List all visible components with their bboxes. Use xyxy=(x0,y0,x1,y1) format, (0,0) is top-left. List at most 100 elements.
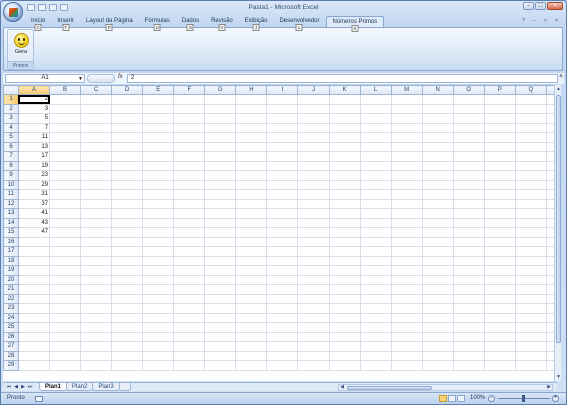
cell[interactable] xyxy=(235,113,268,124)
cell[interactable] xyxy=(328,141,361,152)
cell[interactable] xyxy=(421,179,454,190)
cell[interactable] xyxy=(421,170,454,181)
row-header[interactable]: 6 xyxy=(3,141,19,152)
cell[interactable] xyxy=(359,265,392,276)
cell[interactable] xyxy=(452,265,485,276)
cell[interactable] xyxy=(266,274,299,285)
cell[interactable] xyxy=(142,141,175,152)
cell[interactable] xyxy=(142,236,175,247)
cell[interactable] xyxy=(173,227,206,238)
cell[interactable] xyxy=(421,132,454,143)
cell[interactable] xyxy=(452,303,485,314)
cell[interactable] xyxy=(204,350,237,361)
cell[interactable] xyxy=(49,236,82,247)
cell[interactable] xyxy=(452,151,485,162)
cell[interactable] xyxy=(49,360,82,371)
cell[interactable] xyxy=(390,293,423,304)
cell[interactable] xyxy=(142,312,175,323)
column-header[interactable]: C xyxy=(80,85,113,95)
row-header[interactable]: 11 xyxy=(3,189,19,200)
cell[interactable] xyxy=(111,94,144,105)
cell[interactable] xyxy=(359,360,392,371)
cell[interactable] xyxy=(266,284,299,295)
cell[interactable] xyxy=(359,132,392,143)
cell[interactable] xyxy=(452,198,485,209)
cell[interactable] xyxy=(17,331,51,342)
cell[interactable] xyxy=(266,217,299,228)
column-header[interactable]: D xyxy=(111,85,144,95)
cell[interactable] xyxy=(266,160,299,171)
cell[interactable] xyxy=(390,141,423,152)
cell[interactable] xyxy=(390,151,423,162)
cell[interactable] xyxy=(514,189,547,200)
cell[interactable] xyxy=(235,246,268,257)
cell[interactable] xyxy=(483,122,516,133)
cell[interactable] xyxy=(204,94,237,105)
cell[interactable] xyxy=(235,103,268,114)
close-button[interactable]: × xyxy=(547,2,563,10)
cell[interactable] xyxy=(297,179,330,190)
cell[interactable] xyxy=(297,141,330,152)
cell[interactable] xyxy=(452,113,485,124)
cell[interactable] xyxy=(514,103,547,114)
cell[interactable] xyxy=(204,236,237,247)
cell[interactable] xyxy=(235,217,268,228)
cell[interactable] xyxy=(49,274,82,285)
cell[interactable] xyxy=(80,246,113,257)
cell[interactable] xyxy=(452,217,485,228)
cell[interactable] xyxy=(452,189,485,200)
cell[interactable] xyxy=(266,265,299,276)
row-header[interactable]: 15 xyxy=(3,227,19,238)
cell[interactable] xyxy=(80,341,113,352)
ribbon-restore-icon[interactable]: □ xyxy=(542,18,549,24)
cell[interactable] xyxy=(483,350,516,361)
cell[interactable] xyxy=(173,236,206,247)
cell[interactable] xyxy=(483,208,516,219)
cell[interactable] xyxy=(328,341,361,352)
cell[interactable] xyxy=(359,170,392,181)
tab-revis-o[interactable]: Revisão V xyxy=(205,16,239,31)
cell[interactable] xyxy=(142,360,175,371)
cell[interactable] xyxy=(142,350,175,361)
cell[interactable]: 23 xyxy=(17,170,51,181)
cell[interactable] xyxy=(359,255,392,266)
row-header[interactable]: 2 xyxy=(3,103,19,114)
scroll-down-icon[interactable]: ▼ xyxy=(555,373,562,381)
cell[interactable] xyxy=(266,350,299,361)
cell[interactable]: 17 xyxy=(17,151,51,162)
cell[interactable] xyxy=(514,341,547,352)
cell[interactable] xyxy=(142,227,175,238)
cell[interactable] xyxy=(173,265,206,276)
formula-pill[interactable] xyxy=(87,74,115,83)
cell[interactable] xyxy=(514,246,547,257)
column-header[interactable]: K xyxy=(328,85,361,95)
select-all-corner[interactable] xyxy=(3,85,19,95)
cell[interactable] xyxy=(142,246,175,257)
cell[interactable] xyxy=(80,141,113,152)
cell[interactable] xyxy=(266,293,299,304)
cell[interactable] xyxy=(235,360,268,371)
cell[interactable] xyxy=(297,246,330,257)
cell[interactable]: 7 xyxy=(17,122,51,133)
cell[interactable] xyxy=(111,360,144,371)
cell[interactable] xyxy=(452,360,485,371)
office-button[interactable] xyxy=(3,2,23,22)
column-header[interactable]: H xyxy=(235,85,268,95)
cell[interactable] xyxy=(80,217,113,228)
cell[interactable] xyxy=(17,255,51,266)
cell[interactable] xyxy=(49,322,82,333)
cell[interactable] xyxy=(266,113,299,124)
cell[interactable] xyxy=(359,293,392,304)
cell[interactable] xyxy=(49,94,82,105)
cell[interactable] xyxy=(297,160,330,171)
cell[interactable] xyxy=(359,113,392,124)
cell[interactable] xyxy=(390,227,423,238)
column-header[interactable]: N xyxy=(421,85,454,95)
cell[interactable] xyxy=(142,208,175,219)
cell[interactable] xyxy=(421,94,454,105)
cell[interactable] xyxy=(142,113,175,124)
cell[interactable] xyxy=(17,293,51,304)
cell[interactable] xyxy=(483,132,516,143)
cell[interactable] xyxy=(266,122,299,133)
row-header[interactable]: 17 xyxy=(3,246,19,257)
